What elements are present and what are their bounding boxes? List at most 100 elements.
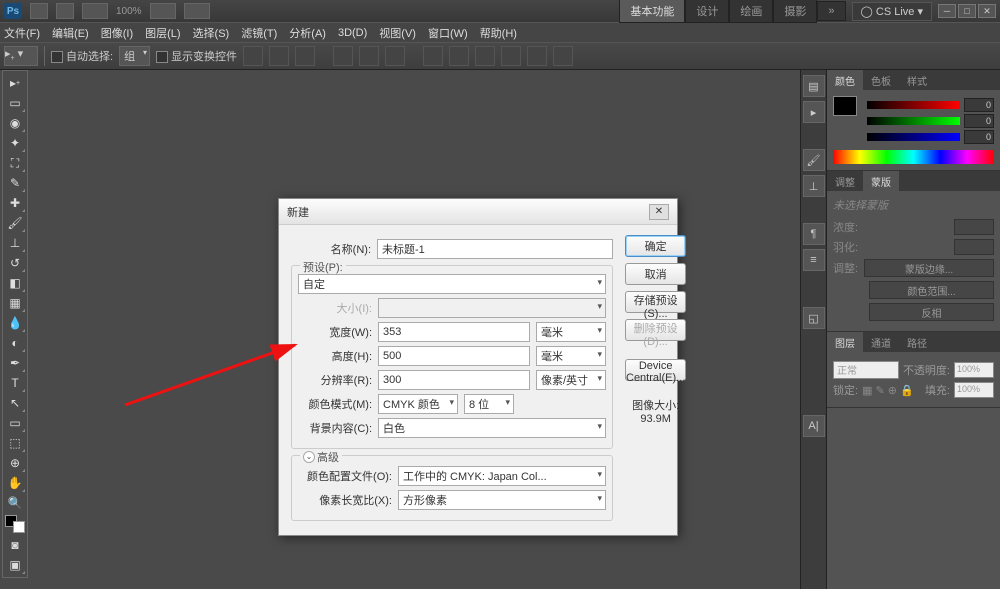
distribute-icon-5[interactable] [527,46,547,66]
ok-button[interactable]: 确定 [625,235,686,257]
screenmode-icon[interactable] [184,3,210,19]
workspace-tab-more[interactable]: » [817,1,845,21]
tool-preset-picker[interactable]: ▸+ ▾ [4,46,38,66]
dock-brush-icon[interactable]: 🖌 [803,149,825,171]
width-unit-select[interactable]: 毫米 [536,322,606,342]
quickmask-tool[interactable]: ◙ [4,535,26,555]
b-slider[interactable] [867,133,960,141]
bitdepth-select[interactable]: 8 位 [464,394,514,414]
fill-value[interactable]: 100% [954,382,994,398]
menu-select[interactable]: 选择(S) [193,25,230,41]
menu-window[interactable]: 窗口(W) [428,25,468,41]
workspace-tab-basic[interactable]: 基本功能 [619,0,685,23]
align-icon-3[interactable] [295,46,315,66]
workspace-tab-paint[interactable]: 绘画 [729,0,773,23]
blend-mode-select[interactable]: 正常 [833,361,899,379]
color-swatches[interactable] [5,515,25,533]
maskedge-button[interactable]: 蒙版边缘... [864,259,994,277]
pen-tool[interactable]: ✒ [4,353,26,373]
brush-tool[interactable]: 🖌 [4,213,26,233]
marquee-tool[interactable]: ▭ [4,93,26,113]
gradient-tool[interactable]: ▦ [4,293,26,313]
height-unit-select[interactable]: 毫米 [536,346,606,366]
dock-char-icon[interactable]: ¶ [803,223,825,245]
resolution-unit-select[interactable]: 像素/英寸 [536,370,606,390]
zoom-level[interactable]: 100% [116,6,142,17]
distribute-icon-4[interactable] [501,46,521,66]
move-tool[interactable]: ▸+ [4,73,26,93]
crop-tool[interactable]: ⛶ [4,153,26,173]
workspace-tab-design[interactable]: 设计 [685,0,729,23]
hue-ramp[interactable] [833,150,994,164]
3d-tool[interactable]: ⬚ [4,433,26,453]
align-icon-4[interactable] [333,46,353,66]
wand-tool[interactable]: ✦ [4,133,26,153]
type-tool[interactable]: T [4,373,26,393]
distribute-icon-3[interactable] [475,46,495,66]
hand-tool[interactable]: ✋ [4,473,26,493]
advanced-toggle-icon[interactable]: ⌄ [303,451,315,463]
eraser-tool[interactable]: ◧ [4,273,26,293]
screenmode-tool[interactable]: ▣ [4,555,26,575]
align-icon-5[interactable] [359,46,379,66]
dock-actions-icon[interactable]: ▸ [803,101,825,123]
dialog-close-button[interactable]: ✕ [649,204,669,220]
close-button[interactable]: ✕ [978,4,996,18]
opacity-value[interactable]: 100% [954,362,994,378]
tab-channels[interactable]: 通道 [863,332,899,352]
tab-adjustments[interactable]: 调整 [827,171,863,191]
minimize-button[interactable]: ─ [938,4,956,18]
lasso-tool[interactable]: ◉ [4,113,26,133]
menu-help[interactable]: 帮助(H) [480,25,517,41]
tab-color[interactable]: 颜色 [827,70,863,90]
distribute-icon-2[interactable] [449,46,469,66]
resolution-input[interactable] [378,370,530,390]
dock-nav-icon[interactable]: ◱ [803,307,825,329]
profile-select[interactable]: 工作中的 CMYK: Japan Col... [398,466,606,486]
tab-mask[interactable]: 蒙版 [863,171,899,191]
dock-clone-icon[interactable]: ⊥ [803,175,825,197]
dock-history-icon[interactable]: ▤ [803,75,825,97]
name-input[interactable] [377,239,613,259]
align-icon-1[interactable] [243,46,263,66]
view-extras-icon[interactable] [82,3,108,19]
history-brush-tool[interactable]: ↺ [4,253,26,273]
distribute-icon-1[interactable] [423,46,443,66]
height-input[interactable] [378,346,530,366]
tab-layers[interactable]: 图层 [827,332,863,352]
3d-camera-tool[interactable]: ⊕ [4,453,26,473]
r-slider[interactable] [867,101,960,109]
stamp-tool[interactable]: ⊥ [4,233,26,253]
menu-3d[interactable]: 3D(D) [338,27,367,39]
menu-analysis[interactable]: 分析(A) [289,25,326,41]
path-tool[interactable]: ↖ [4,393,26,413]
savepreset-button[interactable]: 存储预设(S)... [625,291,686,313]
g-slider[interactable] [867,117,960,125]
menu-layer[interactable]: 图层(L) [145,25,180,41]
aspect-select[interactable]: 方形像素 [398,490,606,510]
tab-styles[interactable]: 样式 [899,70,935,90]
tab-paths[interactable]: 路径 [899,332,935,352]
maximize-button[interactable]: □ [958,4,976,18]
tab-swatches[interactable]: 色板 [863,70,899,90]
dodge-tool[interactable]: ◐ [4,333,26,353]
cancel-button[interactable]: 取消 [625,263,686,285]
width-input[interactable] [378,322,530,342]
cslive-button[interactable]: ◯ CS Live ▾ [852,2,932,21]
foreground-chip[interactable] [833,96,857,116]
bgcontent-select[interactable]: 白色 [378,418,606,438]
r-value[interactable]: 0 [964,98,994,112]
minibridge-icon[interactable] [56,3,74,19]
dock-type-icon[interactable]: A| [803,415,825,437]
invert-button[interactable]: 反相 [869,303,994,321]
menu-filter[interactable]: 滤镜(T) [241,25,277,41]
bridge-icon[interactable] [30,3,48,19]
g-value[interactable]: 0 [964,114,994,128]
preset-select[interactable]: 自定 [298,274,606,294]
arrange-icon[interactable] [150,3,176,19]
zoom-tool[interactable]: 🔍 [4,493,26,513]
heal-tool[interactable]: ✚ [4,193,26,213]
autoselect-dropdown[interactable]: 组 [119,46,150,66]
distribute-icon-6[interactable] [553,46,573,66]
b-value[interactable]: 0 [964,130,994,144]
